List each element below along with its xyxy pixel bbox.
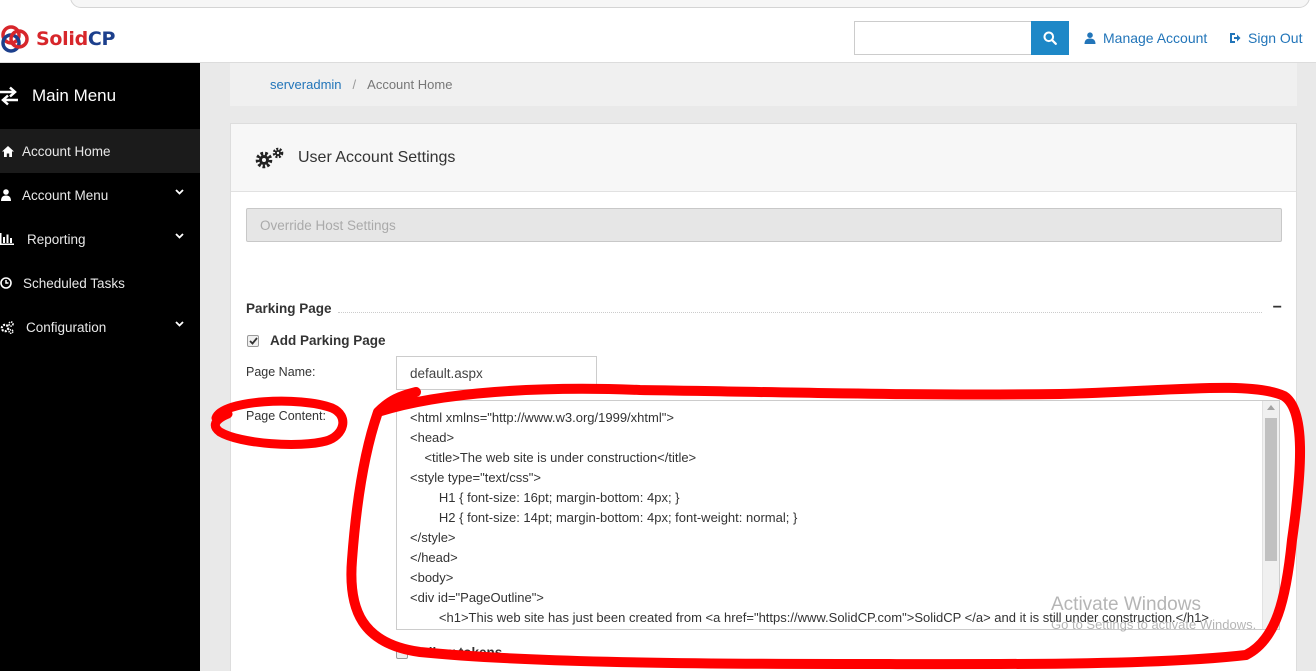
breadcrumb-separator: / (352, 77, 357, 92)
solidcp-logo[interactable]: SolidCP (0, 24, 115, 54)
chevron-down-icon (175, 321, 184, 327)
page-content-line: </style> (410, 530, 456, 545)
override-host-settings-button[interactable]: Override Host Settings (246, 208, 1282, 242)
sidebar-item-reporting[interactable]: Reporting (0, 217, 200, 261)
sidebar-item-configuration[interactable]: Configuration (0, 305, 200, 349)
logo-rings-icon (1, 25, 29, 53)
top-header: SolidCP Manage Account Sign Out (0, 12, 1316, 63)
watermark-line1: Activate Windows (1051, 594, 1201, 615)
user-icon (0, 189, 22, 201)
page-content-line: <style type="text/css"> (410, 470, 541, 485)
sidebar-item-label: Configuration (26, 319, 107, 335)
breadcrumb: serveradmin / Account Home (230, 63, 1297, 106)
page-name-input[interactable]: default.aspx (396, 356, 597, 390)
page-content-line: <html xmlns="http://www.w3.org/1999/xhtm… (410, 410, 674, 425)
section-title: Parking Page (246, 300, 332, 316)
sidebar: Main Menu Account Home Account Menu Repo… (0, 63, 200, 671)
address-bar[interactable] (70, 0, 1310, 8)
bar-chart-icon (0, 233, 27, 245)
add-parking-page-checkbox[interactable] (247, 334, 259, 347)
page-content-line: <head> (410, 430, 455, 445)
exchange-icon (0, 86, 18, 106)
panel-title: User Account Settings (298, 148, 456, 166)
breadcrumb-current: Account Home (367, 77, 453, 92)
cogs-icon (0, 320, 26, 334)
search-input[interactable] (854, 21, 1032, 55)
page-content-label: Page Content: (246, 409, 326, 423)
section-divider (337, 303, 1262, 313)
cogs-icon (255, 147, 284, 168)
allow-tokens-checkbox[interactable] (396, 646, 408, 659)
page-content-line: <body> (410, 570, 454, 585)
collapse-toggle[interactable]: − (1268, 299, 1282, 317)
sidebar-item-label: Account Menu (22, 187, 109, 203)
chevron-down-icon (175, 189, 184, 195)
watermark-line2: Go to Settings to activate Windows. (1051, 617, 1257, 632)
breadcrumb-user-link[interactable]: serveradmin (270, 77, 342, 92)
panel-header: User Account Settings (231, 124, 1296, 192)
sidebar-title: Main Menu (32, 86, 117, 105)
parking-page-section-header: Parking Page − (246, 298, 1282, 318)
settings-panel: User Account Settings Override Host Sett… (230, 123, 1297, 671)
sidebar-item-label: Reporting (27, 231, 86, 247)
scroll-thumb[interactable] (1265, 418, 1277, 561)
sidebar-item-label: Account Home (22, 143, 111, 159)
page-content-line: <title>The web site is under constructio… (410, 450, 697, 465)
search-button[interactable] (1031, 21, 1069, 55)
sign-out-label: Sign Out (1248, 30, 1303, 46)
sign-out-icon (1230, 33, 1241, 43)
sidebar-item-account-home[interactable]: Account Home (0, 129, 200, 173)
search-icon (1043, 31, 1057, 45)
page-name-label: Page Name: (246, 365, 316, 379)
page-content-line: H1 { font-size: 16pt; margin-bottom: 4px… (410, 490, 680, 505)
page-content-line: H2 { font-size: 14pt; margin-bottom: 4px… (410, 510, 798, 525)
allow-tokens-label: Allow tokens (419, 645, 503, 660)
browser-chrome (0, 0, 1316, 12)
chevron-down-icon (175, 233, 184, 239)
scroll-up-arrow-icon[interactable] (1267, 405, 1275, 410)
sidebar-item-label: Scheduled Tasks (23, 275, 125, 291)
add-parking-page-label: Add Parking Page (270, 333, 386, 348)
checkmark-icon (248, 336, 258, 345)
add-parking-page-row: Add Parking Page (247, 333, 386, 348)
logo-text: SolidCP (36, 28, 116, 50)
manage-account-label: Manage Account (1103, 30, 1208, 46)
manage-account-link[interactable]: Manage Account (1084, 30, 1207, 46)
windows-activation-watermark: Activate Windows Go to Settings to activ… (1051, 594, 1256, 632)
sign-out-link[interactable]: Sign Out (1229, 30, 1302, 46)
home-icon (0, 145, 22, 157)
user-icon (1084, 32, 1096, 44)
allow-tokens-row: Allow tokens (396, 645, 502, 660)
page-content-line: </head> (410, 550, 458, 565)
clock-icon (0, 277, 23, 289)
textarea-scrollbar[interactable] (1262, 401, 1279, 629)
sidebar-item-scheduled-tasks[interactable]: Scheduled Tasks (0, 261, 200, 305)
sidebar-header[interactable]: Main Menu (0, 63, 200, 129)
sidebar-item-account-menu[interactable]: Account Menu (0, 173, 200, 217)
